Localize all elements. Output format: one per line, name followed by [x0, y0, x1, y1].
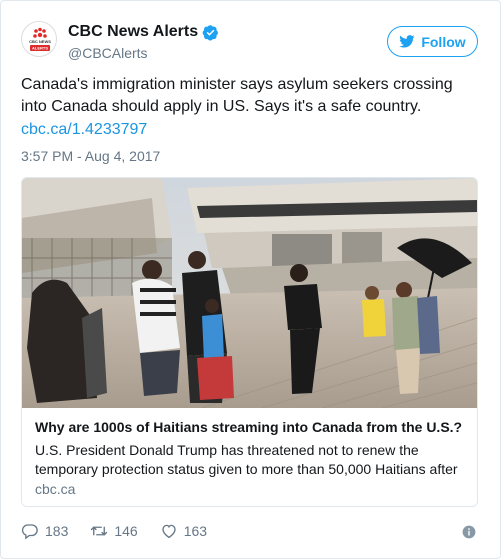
like-count: 163 — [183, 523, 208, 539]
card-description: U.S. President Donald Trump has threaten… — [35, 442, 458, 477]
twitter-bird-icon — [399, 35, 415, 48]
retweet-button[interactable]: 146 — [90, 522, 138, 540]
follow-button-label: Follow — [421, 33, 466, 50]
tweet-link[interactable]: cbc.ca/1.4233797 — [21, 121, 147, 139]
cbc-logo-icon: CBC NEWS ALERTS — [29, 27, 51, 51]
follow-button[interactable]: Follow — [387, 26, 478, 57]
reply-button[interactable]: 183 — [21, 522, 68, 540]
retweet-count: 146 — [114, 523, 138, 539]
card-domain: cbc.ca — [35, 481, 76, 497]
avatar-text-bottom: ALERTS — [32, 46, 48, 51]
avatar[interactable]: CBC NEWS ALERTS — [21, 21, 57, 57]
like-icon — [162, 524, 176, 539]
reply-count: 183 — [45, 523, 69, 539]
card-body[interactable]: Why are 1000s of Haitians streaming into… — [22, 409, 477, 506]
card-photo — [22, 178, 477, 408]
action-bar: 183 146 163 — [21, 521, 229, 541]
card-title[interactable]: Why are 1000s of Haitians streaming into… — [35, 419, 462, 435]
tweet-text: Canada's immigration minister says asylu… — [21, 76, 453, 115]
tweet-card: CBC NEWS ALERTS CBC News Alerts @CBCAler… — [0, 0, 501, 559]
reply-icon — [21, 524, 38, 540]
info-icon[interactable] — [462, 525, 476, 539]
like-button[interactable]: 163 — [160, 522, 207, 540]
name-row[interactable]: CBC News Alerts — [68, 23, 219, 41]
display-name[interactable]: CBC News Alerts — [68, 23, 198, 41]
link-card[interactable]: Why are 1000s of Haitians streaming into… — [21, 177, 478, 507]
retweet-icon — [91, 526, 108, 536]
verified-badge-icon — [202, 24, 219, 41]
avatar-text-top: CBC NEWS — [29, 39, 51, 44]
tweet-timestamp[interactable]: 3:57 PM - Aug 4, 2017 — [21, 148, 160, 164]
account-handle[interactable]: @CBCAlerts — [68, 45, 148, 61]
